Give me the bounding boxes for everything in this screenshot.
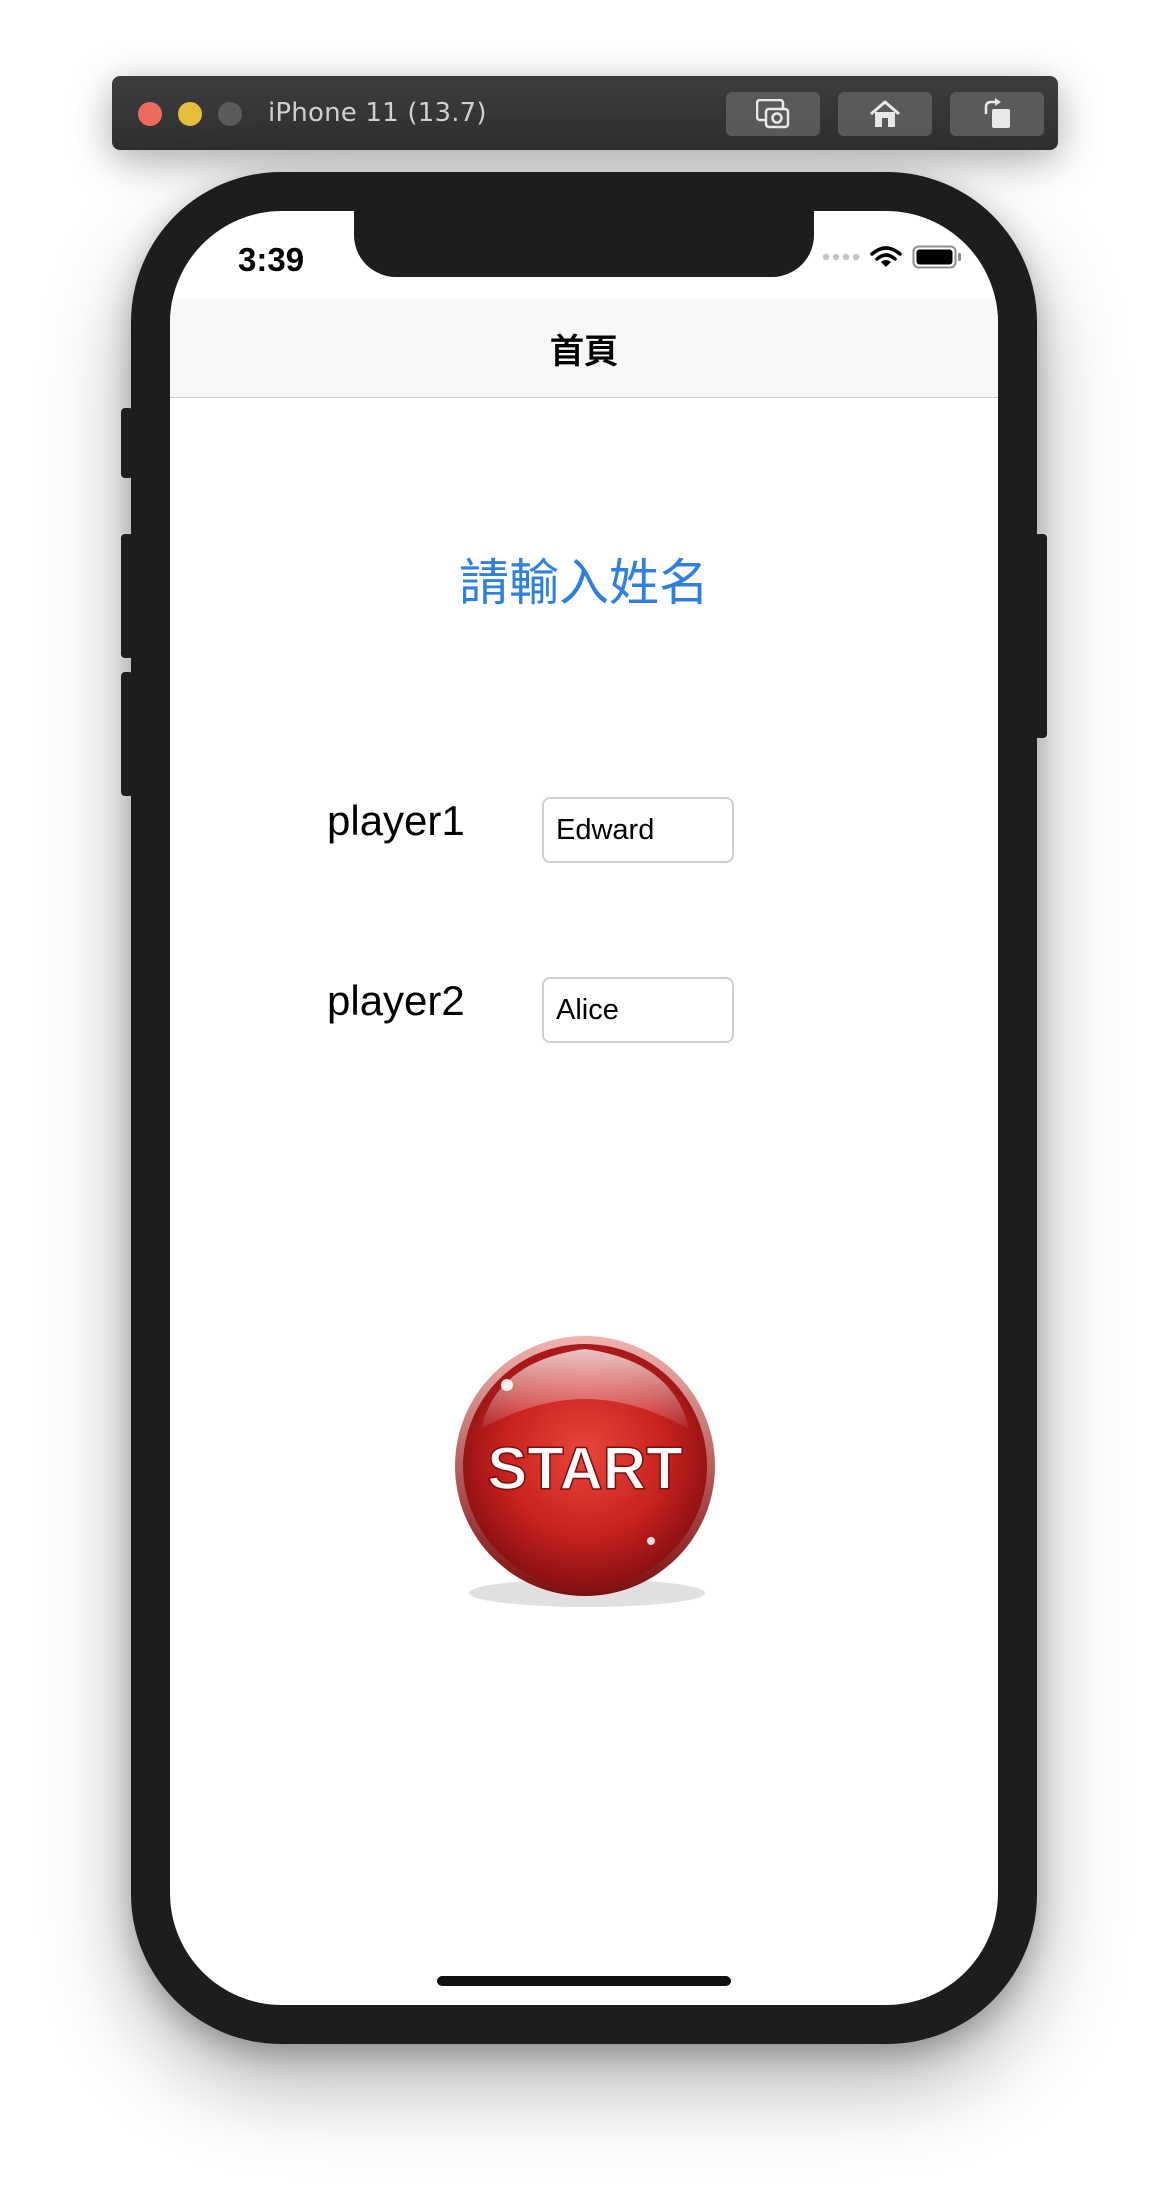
zoom-window-button[interactable] [218,102,242,126]
volume-up-button [121,534,133,658]
status-indicators [822,245,962,269]
screenshot-stage: iPhone 11 (13.7) 3:39 首頁 請輸入姓名 player1 E… [0,0,1168,2190]
player2-label: player2 [327,977,465,1024]
iphone-device-frame: 3:39 首頁 請輸入姓名 player1 Edward player2 Ali… [121,172,1047,2044]
battery-icon [912,245,961,269]
rotate-button[interactable] [950,92,1044,136]
player2-name-field[interactable] [542,977,734,1043]
status-time: 3:39 [238,241,305,278]
power-button [1035,534,1047,738]
mute-switch [121,408,133,478]
player1-label: player1 [327,797,465,844]
volume-down-button [121,672,133,796]
player1-name-field[interactable] [542,797,734,863]
wifi-icon [870,246,902,267]
home-button[interactable] [838,92,932,136]
notch [354,211,814,277]
close-window-button[interactable] [138,102,162,126]
start-button-label: START [487,1435,683,1502]
page-title: 首頁 [550,331,618,372]
signal-icon [822,253,860,261]
minimize-window-button[interactable] [178,102,202,126]
rotate-icon [984,98,1010,128]
home-indicator [437,1976,731,1986]
screenshot-icon [756,99,790,129]
navigation-bar: 首頁 [170,299,998,398]
screenshot-button[interactable] [726,92,820,136]
start-button[interactable]: START [415,1301,755,1641]
simulator-title: iPhone 11 (13.7) [268,98,487,128]
name-prompt-label: 請輸入姓名 [459,554,709,612]
simulator-title-bar: iPhone 11 (13.7) [112,76,1058,150]
phone-screen: 3:39 首頁 請輸入姓名 player1 Edward player2 Ali… [170,211,998,2005]
home-icon [870,100,900,127]
start-button-graphic: START [455,1336,715,1607]
